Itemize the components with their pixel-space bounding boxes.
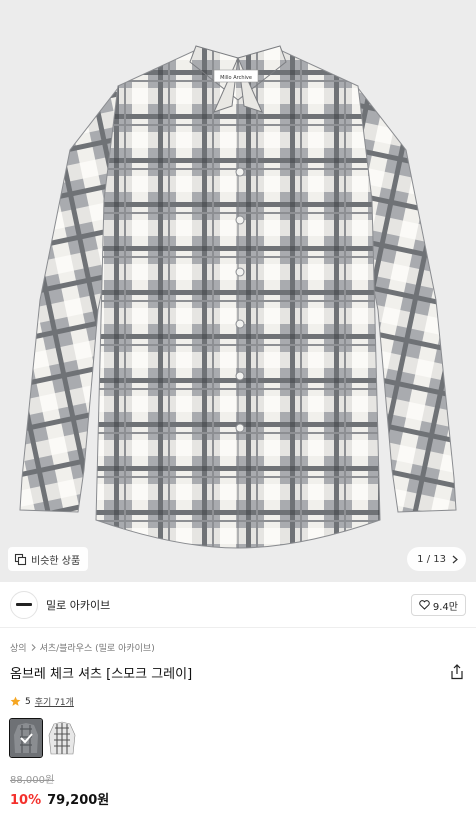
shirt-label-text: Millo Archive xyxy=(220,75,252,81)
breadcrumb-subcategory[interactable]: 셔츠/블라우스 (밀로 아카이브) xyxy=(40,641,155,654)
discount-rate: 10% xyxy=(10,793,42,808)
chevron-right-icon xyxy=(452,555,458,563)
swatch-smoke-gray[interactable] xyxy=(9,718,43,758)
rating-value: 5 xyxy=(25,696,31,707)
like-count: 9.4만 xyxy=(432,601,458,613)
original-price: 88,000원 xyxy=(10,775,55,786)
chevron-right-icon xyxy=(31,644,36,651)
like-button[interactable]: 9.4만 xyxy=(410,594,466,616)
breadcrumb-category[interactable]: 상의 xyxy=(10,641,27,654)
breadcrumb: 상의 셔츠/블라우스 (밀로 아카이브) xyxy=(10,641,155,654)
swatch-smoke-gray-image xyxy=(10,719,42,757)
similar-items-button[interactable]: 비슷한 상품 xyxy=(8,547,89,571)
sale-price: 79,200원 xyxy=(47,793,110,808)
product-image[interactable]: Millo Archive 비슷한 상품 1 / 13 xyxy=(0,0,476,582)
reviews-link[interactable]: 후기 71개 xyxy=(35,695,74,708)
brand-row[interactable]: 밀로 아카이브 9.4만 xyxy=(0,582,476,628)
similar-items-icon xyxy=(14,553,27,565)
brand-logo[interactable] xyxy=(10,590,38,619)
color-swatches xyxy=(9,718,78,758)
swatch-other-color[interactable] xyxy=(46,719,78,757)
image-counter[interactable]: 1 / 13 xyxy=(407,547,466,571)
similar-items-label: 비슷한 상품 xyxy=(31,555,81,567)
brand-name[interactable]: 밀로 아카이브 xyxy=(46,597,110,613)
heart-icon xyxy=(419,600,430,610)
shirt-illustration: Millo Archive xyxy=(19,45,457,549)
image-counter-text: 1 / 13 xyxy=(417,553,446,565)
price-row: 10% 79,200원 xyxy=(10,789,109,808)
product-title: 옴브레 체크 셔츠 [스모크 그레이] xyxy=(10,667,193,682)
rating-row: 5 후기 71개 xyxy=(10,695,74,708)
share-icon[interactable] xyxy=(450,664,464,680)
swatch-other-color-image xyxy=(46,719,78,757)
star-icon xyxy=(10,696,21,706)
